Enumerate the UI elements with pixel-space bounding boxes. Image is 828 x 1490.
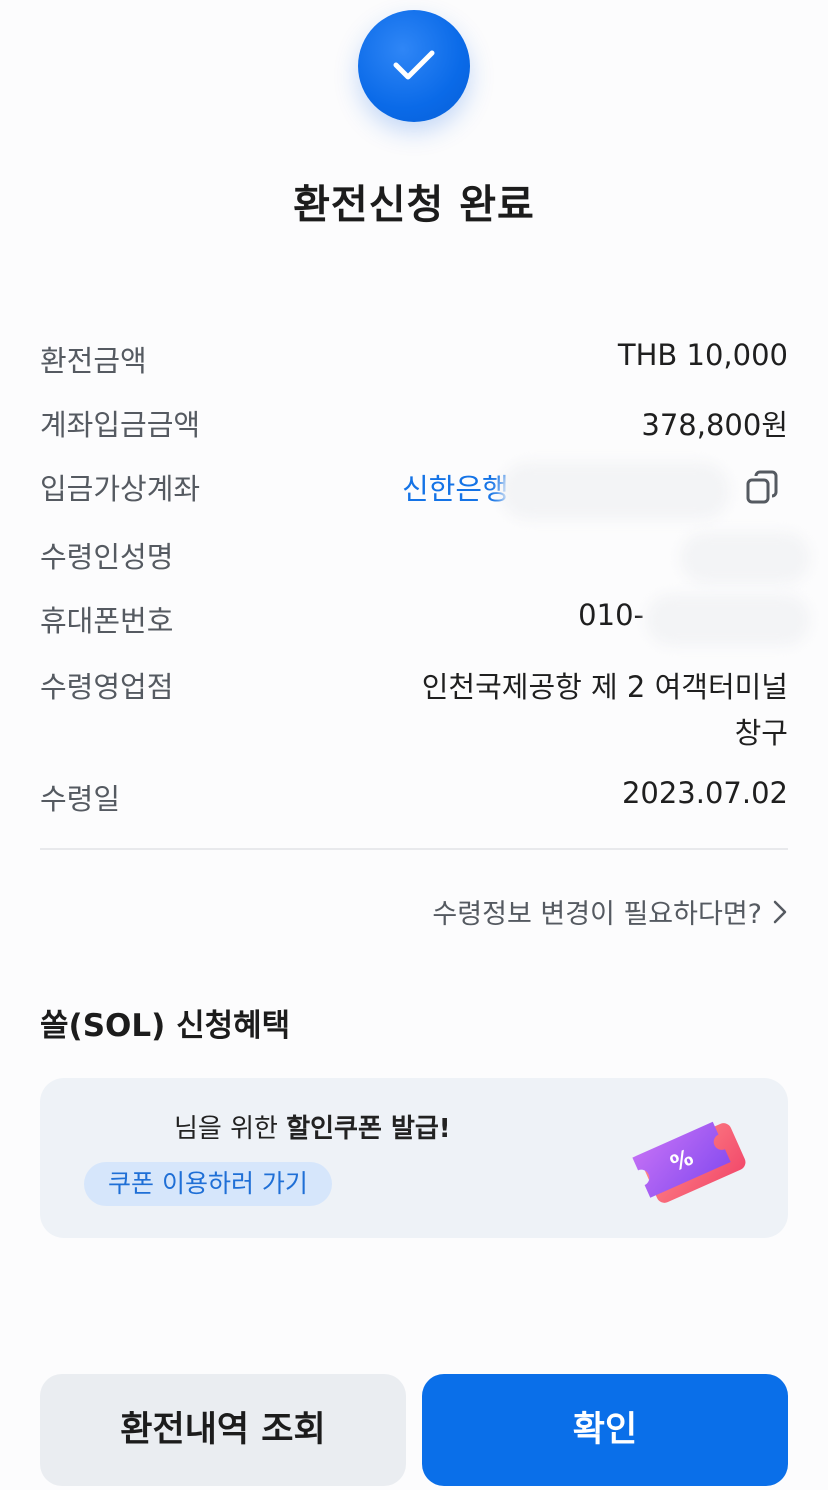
coupon-card[interactable]: 님을 위한 할인쿠폰 발급! 쿠폰 이용하러 가기 % — [40, 1078, 788, 1238]
chevron-right-icon — [773, 900, 787, 923]
page-title: 환전신청 완료 — [293, 182, 535, 228]
copy-icon[interactable] — [744, 470, 780, 506]
confirm-button[interactable]: 확인 — [422, 1374, 788, 1486]
pickup-date-value: 2023.07.02 — [621, 776, 788, 810]
divider — [40, 848, 788, 850]
phone-value: 010- — [578, 598, 644, 632]
redacted-recipient-name — [680, 532, 810, 584]
coupon-ticket-icon: % — [632, 1121, 746, 1203]
use-coupon-button[interactable]: 쿠폰 이용하러 가기 — [84, 1162, 332, 1206]
recipient-name-label: 수령인성명 — [40, 540, 174, 574]
amount-value: THB 10,000 — [617, 338, 788, 372]
coupon-message: 님을 위한 할인쿠폰 발급! — [174, 1108, 451, 1145]
change-info-label: 수령정보 변경이 필요하다면? — [432, 899, 762, 930]
virtual-account-label: 입금가상계좌 — [40, 472, 201, 506]
branch-value-line1: 인천국제공항 제 2 여객터미널 — [421, 670, 788, 704]
branch-value-line2: 창구 — [734, 716, 788, 750]
redacted-account-number — [500, 462, 730, 520]
coupon-message-prefix: 님을 위한 — [174, 1114, 287, 1144]
change-info-link[interactable]: 수령정보 변경이 필요하다면? — [432, 892, 788, 931]
coupon-message-highlight: 할인쿠폰 발급! — [286, 1114, 451, 1144]
benefits-section-title: 쏠(SOL) 신청혜택 — [40, 1008, 291, 1044]
exchange-history-button[interactable]: 환전내역 조회 — [40, 1374, 406, 1486]
exchange-complete-screen: 환전신청 완료 환전금액 THB 10,000 계좌입금금액 378,800원 … — [0, 0, 828, 1490]
amount-label: 환전금액 — [40, 344, 147, 378]
bank-name-link[interactable]: 신한은행 — [402, 466, 509, 508]
branch-label: 수령영업점 — [40, 670, 174, 704]
deposit-amount-value: 378,800원 — [641, 408, 788, 442]
phone-label: 휴대폰번호 — [40, 604, 174, 638]
pickup-date-label: 수령일 — [40, 782, 121, 816]
redacted-phone-number — [646, 594, 810, 646]
success-check-icon — [358, 10, 470, 122]
deposit-amount-label: 계좌입금금액 — [40, 408, 201, 442]
